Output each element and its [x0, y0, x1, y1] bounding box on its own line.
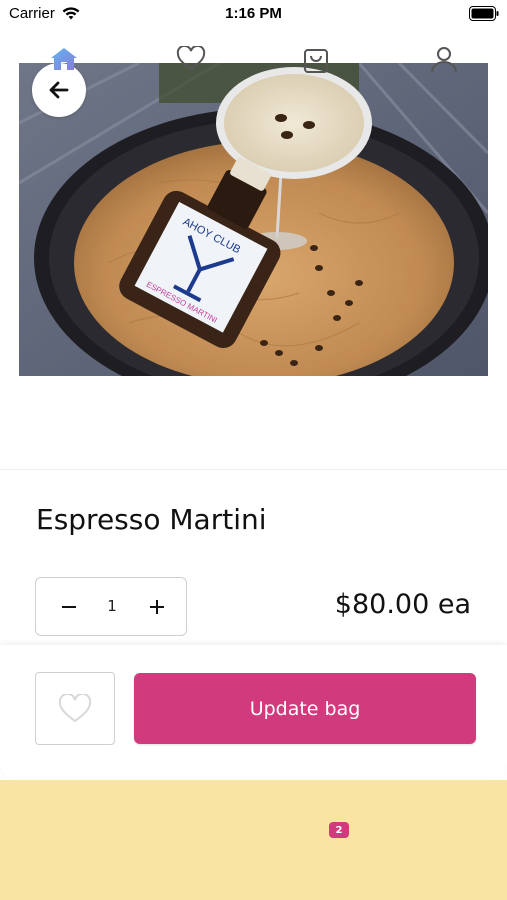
product-price: $80.00 ea — [334, 589, 471, 620]
section-divider — [0, 469, 507, 470]
shopping-bag-icon — [304, 49, 328, 73]
status-time: 1:16 PM — [225, 5, 282, 22]
product-photo-illustration: AHOY CLUB ESPRESSO MARTINI — [19, 63, 488, 376]
status-bar: Carrier 1:16 PM — [0, 0, 507, 28]
heart-icon — [58, 693, 92, 722]
update-bag-button[interactable]: Update bag — [134, 673, 476, 744]
quantity-stepper: 1 — [35, 577, 187, 636]
product-title: Espresso Martini — [36, 503, 267, 536]
user-icon — [431, 47, 457, 73]
tab-wishlist[interactable] — [174, 42, 208, 76]
tab-account[interactable] — [427, 42, 461, 76]
home-icon — [51, 48, 77, 70]
increase-quantity-button[interactable] — [144, 594, 170, 620]
product-image: AHOY CLUB ESPRESSO MARTINI — [19, 63, 488, 376]
tab-home[interactable] — [47, 42, 81, 76]
minus-icon — [62, 606, 76, 608]
wishlist-button[interactable] — [35, 672, 115, 745]
heart-icon — [176, 46, 206, 71]
decrease-quantity-button[interactable] — [56, 594, 82, 620]
bag-count-badge: 2 — [329, 822, 349, 838]
bottom-tab-bar — [0, 780, 507, 900]
tab-bag[interactable] — [299, 42, 333, 76]
arrow-left-icon — [49, 81, 69, 99]
battery-icon — [469, 6, 499, 21]
quantity-value: 1 — [107, 597, 117, 615]
plus-icon — [150, 600, 164, 614]
